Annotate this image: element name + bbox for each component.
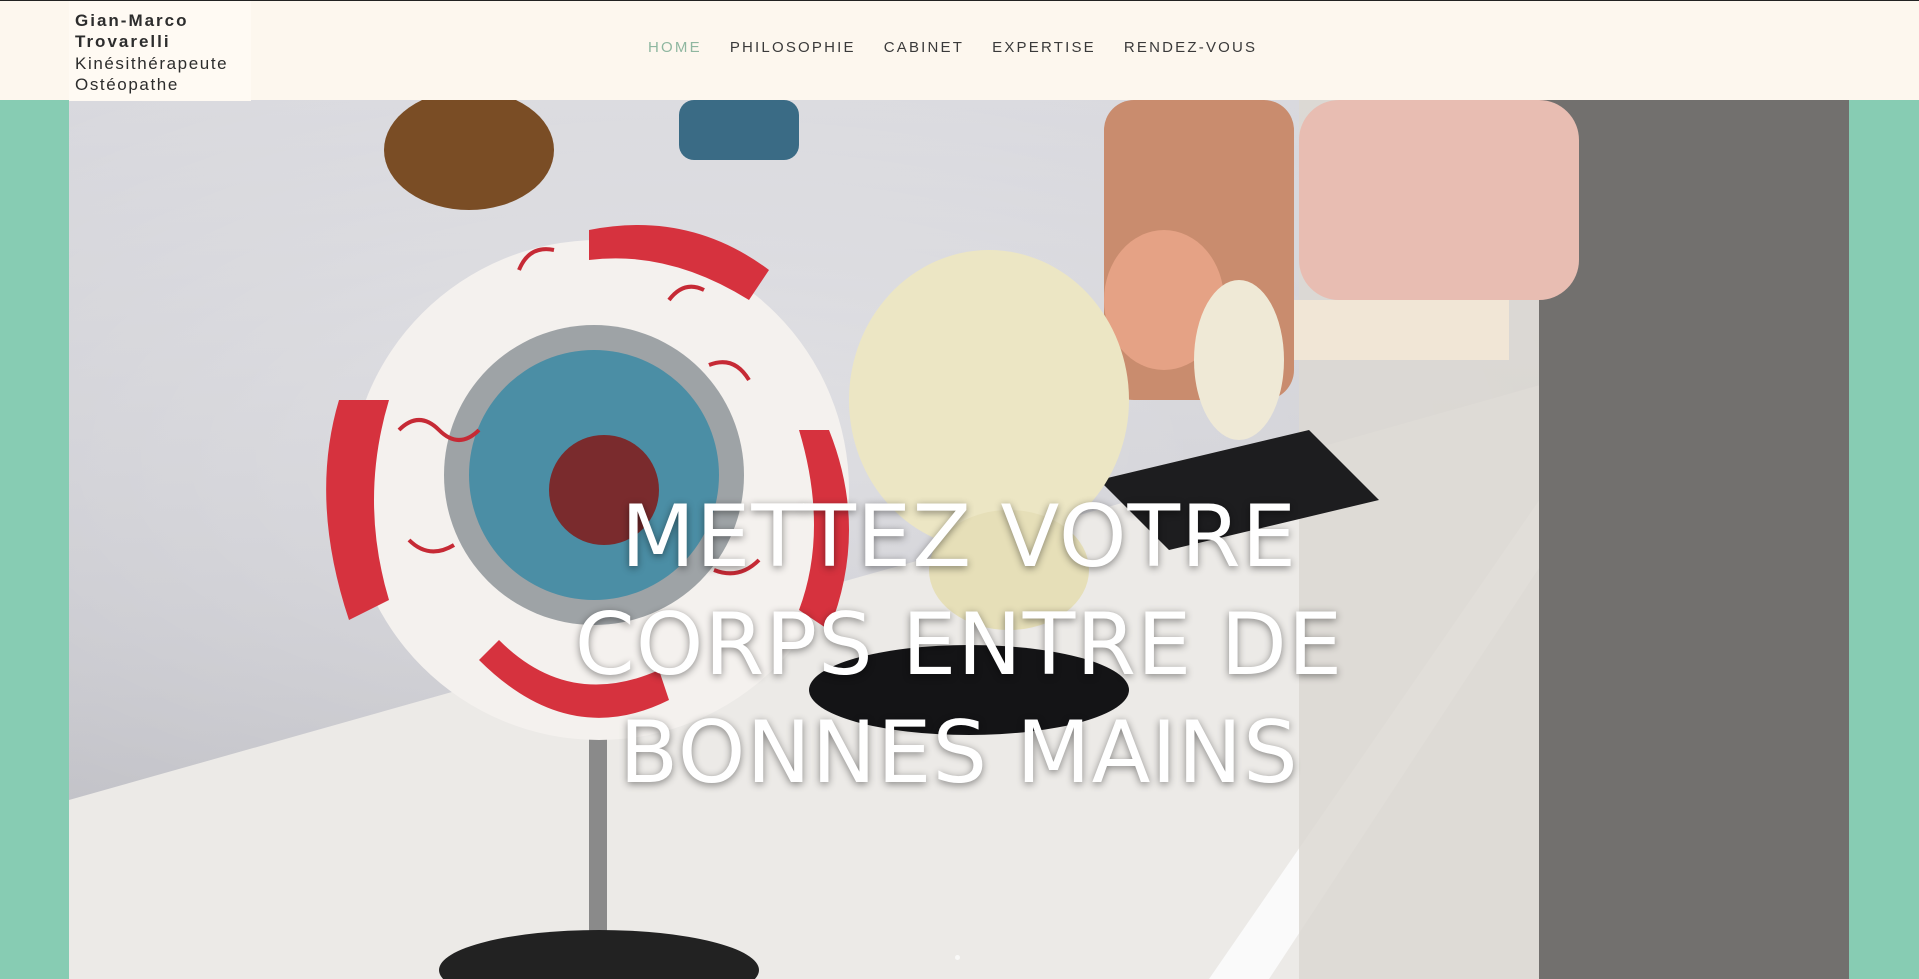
brand-name-line2: Trovarelli	[75, 32, 171, 51]
brand-subtitle: Kinésithérapeute Ostéopathe	[75, 53, 228, 95]
hero-section: METTEZ VOTRE CORPS ENTRE DE BONNES MAINS	[69, 100, 1849, 979]
eye-model-nerve	[384, 100, 554, 210]
eye-model-blue-muscle	[679, 100, 799, 160]
brand-title-line2: Ostéopathe	[75, 75, 179, 94]
site-header: Gian-Marco Trovarelli Kinésithérapeute O…	[0, 1, 1919, 101]
nav-item-cabinet[interactable]: CABINET	[884, 39, 964, 56]
hero-headline: METTEZ VOTRE CORPS ENTRE DE BONNES MAINS	[539, 483, 1379, 807]
hero-headline-line3: BONNES MAINS	[619, 702, 1299, 803]
brand-title-line1: Kinésithérapeute	[75, 54, 229, 73]
torso-model	[1299, 100, 1579, 300]
hero-headline-line1: METTEZ VOTRE	[620, 486, 1298, 587]
nav-item-expertise[interactable]: EXPERTISE	[992, 39, 1096, 56]
brand-name-line1: Gian-Marco	[75, 11, 189, 30]
brand-name: Gian-Marco Trovarelli	[75, 10, 245, 52]
organ-model-bone	[1194, 280, 1284, 440]
nav-item-home[interactable]: HOME	[648, 39, 702, 56]
brand-block[interactable]: Gian-Marco Trovarelli Kinésithérapeute O…	[69, 1, 251, 101]
slideshow-indicator-dot[interactable]	[955, 955, 960, 960]
hero-headline-line2: CORPS ENTRE DE	[574, 594, 1344, 695]
nav-item-philosophie[interactable]: PHILOSOPHIE	[730, 39, 856, 56]
main-navigation: HOME PHILOSOPHIE CABINET EXPERTISE RENDE…	[648, 39, 1285, 56]
shelf-side-dark	[1539, 100, 1849, 979]
nav-item-rendez-vous[interactable]: RENDEZ-VOUS	[1124, 39, 1257, 56]
